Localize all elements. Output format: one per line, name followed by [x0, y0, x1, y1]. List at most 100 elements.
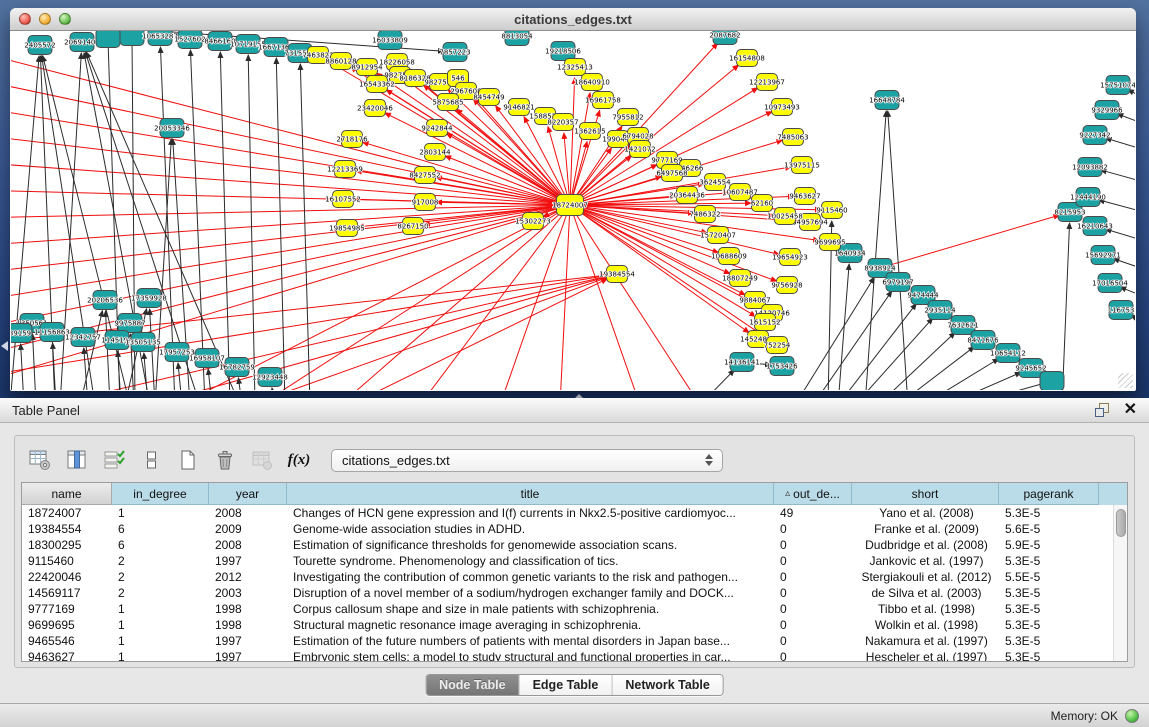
column-header-out-de-[interactable]: ▵out_de...	[774, 483, 852, 505]
minimize-window-icon[interactable]	[39, 13, 51, 25]
graph-node[interactable]: 1362615	[574, 123, 605, 140]
graph-node[interactable]: 7485063	[777, 129, 808, 146]
table-settings-icon[interactable]	[27, 447, 53, 473]
table-cell[interactable]: 2012	[209, 570, 287, 584]
table-cell[interactable]: 1	[112, 506, 209, 520]
column-header-title[interactable]: title	[287, 483, 774, 505]
table-cell[interactable]: Tibbo et al. (1998)	[852, 602, 999, 616]
float-panel-icon[interactable]	[1095, 403, 1110, 417]
function-builder-icon[interactable]: f(x)	[286, 447, 312, 473]
graph-node[interactable]: 16648784	[869, 91, 905, 110]
table-cell[interactable]: Estimation of significance thresholds fo…	[287, 538, 774, 552]
table-cell[interactable]: 5.3E-5	[999, 506, 1099, 520]
graph-node[interactable]: 2405572	[24, 36, 55, 55]
graph-node[interactable]: 16107552	[325, 191, 361, 208]
graph-node[interactable]: 10688609	[711, 248, 747, 265]
graph-node[interactable]: 7857223	[439, 43, 470, 62]
graph-node[interactable]: 15720407	[700, 227, 736, 244]
new-table-icon[interactable]	[175, 447, 201, 473]
table-row[interactable]: 911546021997Tourette syndrome. Phenomeno…	[22, 553, 1127, 569]
table-cell[interactable]: Investigating the contribution of common…	[287, 570, 774, 584]
graph-node[interactable]: 2718176	[336, 131, 368, 148]
select-rows-icon[interactable]	[101, 447, 127, 473]
close-window-icon[interactable]	[19, 13, 31, 25]
table-row[interactable]: 2242004622012Investigating the contribut…	[22, 569, 1127, 585]
table-cell[interactable]: 1997	[209, 554, 287, 568]
table-cell[interactable]: 9699695	[22, 618, 112, 632]
table-cell[interactable]: Jankovic et al. (1997)	[852, 554, 999, 568]
graph-node[interactable]: 39159	[11, 324, 32, 343]
table-row[interactable]: 1872400712008Changes of HCN gene express…	[22, 505, 1127, 521]
panel-collapse-arrow-icon[interactable]	[1, 341, 8, 351]
column-header-in-degree[interactable]: in_degree	[112, 483, 209, 505]
graph-node[interactable]: 15751074	[1100, 76, 1135, 95]
table-row[interactable]: 1830029562008Estimation of significance …	[22, 537, 1127, 553]
table-cell[interactable]: 14569117	[22, 586, 112, 600]
table-row[interactable]: 1456911722003Disruption of a novel membe…	[22, 585, 1127, 601]
tab-node-table[interactable]: Node Table	[426, 675, 519, 695]
delete-table-icon[interactable]	[212, 447, 238, 473]
graph-node[interactable]: 1527602	[174, 31, 205, 49]
table-cell[interactable]: Stergiakouli et al. (2012)	[852, 570, 999, 584]
column-header-name[interactable]: name	[22, 483, 112, 505]
graph-node[interactable]: 9756928	[771, 277, 802, 294]
close-panel-icon[interactable]: ✕	[1124, 403, 1137, 417]
graph-node[interactable]: 19654923	[772, 249, 808, 266]
graph-node[interactable]: 9329966	[1091, 101, 1123, 120]
graph-node[interactable]: 1753426	[766, 357, 798, 376]
graph-node[interactable]: 752254	[764, 337, 791, 354]
column-header-pagerank[interactable]: pagerank	[999, 483, 1099, 505]
column-chooser-icon[interactable]	[64, 447, 90, 473]
table-cell[interactable]: 5.3E-5	[999, 618, 1099, 632]
table-cell[interactable]: 5.9E-5	[999, 538, 1099, 552]
graph-node[interactable]: 9975887	[114, 314, 145, 333]
table-cell[interactable]: 1997	[209, 650, 287, 661]
graph-node[interactable]: 20691406	[64, 33, 100, 52]
graph-node[interactable]: 7955812	[612, 109, 643, 126]
table-cell[interactable]: 1	[112, 650, 209, 661]
column-header-year[interactable]: year	[209, 483, 287, 505]
scrollbar-thumb[interactable]	[1116, 509, 1126, 537]
table-cell[interactable]: 1997	[209, 634, 287, 648]
table-cell[interactable]: 1	[112, 602, 209, 616]
graph-node[interactable]: 9463627	[789, 188, 820, 205]
table-cell[interactable]: 2	[112, 554, 209, 568]
table-cell[interactable]: 1	[112, 618, 209, 632]
table-cell[interactable]: Tourette syndrome. Phenomenology and cla…	[287, 554, 774, 568]
table-cell[interactable]: 2009	[209, 522, 287, 536]
table-cell[interactable]: 0	[774, 570, 852, 584]
table-cell[interactable]: 5.3E-5	[999, 650, 1099, 661]
tab-edge-table[interactable]: Edge Table	[520, 675, 613, 695]
graph-node[interactable]: 8471676	[967, 331, 999, 350]
table-cell[interactable]: 2008	[209, 506, 287, 520]
graph-node[interactable]: 16210643	[1077, 217, 1113, 236]
table-cell[interactable]: 0	[774, 586, 852, 600]
graph-node[interactable]	[96, 31, 120, 48]
graph-node[interactable]: 2087682	[709, 31, 740, 45]
table-cell[interactable]: Wolkin et al. (1998)	[852, 618, 999, 632]
resize-grip-icon[interactable]	[1118, 373, 1133, 388]
graph-node[interactable]: 20053346	[154, 119, 190, 138]
table-cell[interactable]: 18724007	[22, 506, 112, 520]
table-cell[interactable]: 9463627	[22, 650, 112, 661]
table-cell[interactable]: 19384554	[22, 522, 112, 536]
table-row[interactable]: 1938455462009Genome-wide association stu…	[22, 521, 1127, 537]
table-cell[interactable]: 2003	[209, 586, 287, 600]
network-canvas-svg[interactable]: 2405572206914061065328715276028466160107…	[11, 31, 1135, 390]
table-cell[interactable]: 2	[112, 586, 209, 600]
graph-node[interactable]: 2803144	[419, 144, 451, 161]
import-table-icon[interactable]	[249, 447, 275, 473]
graph-node[interactable]: 12093882	[1072, 158, 1108, 177]
table-cell[interactable]: 1998	[209, 618, 287, 632]
table-cell[interactable]: 9115460	[22, 554, 112, 568]
column-header-short[interactable]: short	[852, 483, 999, 505]
table-cell[interactable]: 0	[774, 634, 852, 648]
table-row[interactable]: 946554611997Estimation of the future num…	[22, 633, 1127, 649]
graph-node[interactable]: 9115460	[816, 202, 847, 219]
vertical-scrollbar[interactable]	[1113, 505, 1127, 661]
table-cell[interactable]: 22420046	[22, 570, 112, 584]
graph-node[interactable]: 19854985	[329, 220, 365, 237]
table-cell[interactable]: 5.3E-5	[999, 602, 1099, 616]
graph-node[interactable]: 15692971	[1085, 246, 1121, 265]
table-row[interactable]: 946362711997Embryonic stem cells: a mode…	[22, 649, 1127, 661]
